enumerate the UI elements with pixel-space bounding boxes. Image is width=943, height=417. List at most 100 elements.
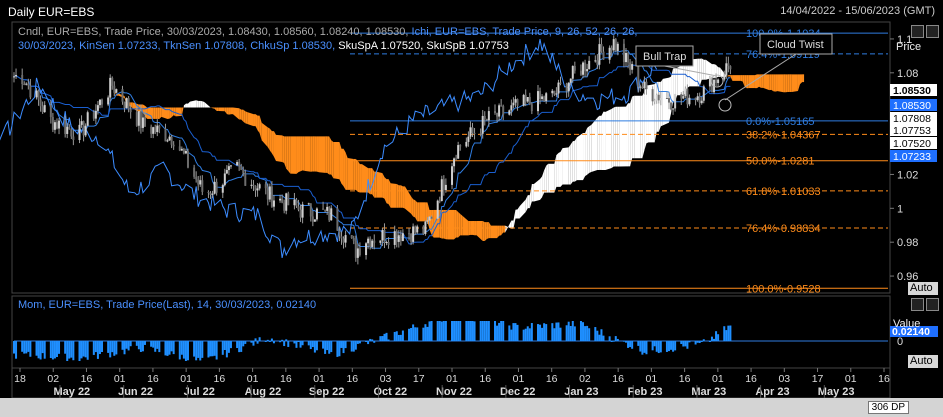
cloud-segment bbox=[587, 126, 590, 175]
candle-body bbox=[27, 83, 30, 86]
day-label: 01 bbox=[114, 373, 126, 385]
momentum-bar bbox=[156, 341, 159, 349]
momentum-bar bbox=[516, 324, 519, 341]
momentum-bar bbox=[467, 321, 470, 341]
cloud-segment bbox=[257, 115, 260, 134]
close-momentum-icon[interactable] bbox=[926, 298, 939, 311]
momentum-bar bbox=[717, 334, 720, 341]
cloud-segment bbox=[314, 136, 317, 172]
bull-trap-label: Bull Trap bbox=[643, 51, 686, 63]
momentum-bar bbox=[15, 341, 18, 359]
cloud-segment bbox=[200, 100, 203, 108]
momentum-bar bbox=[127, 341, 130, 351]
cloud-segment bbox=[570, 141, 573, 185]
cloud-segment bbox=[791, 74, 798, 92]
candle-body bbox=[352, 238, 355, 241]
candle-body bbox=[727, 63, 730, 67]
dp-indicator[interactable]: 306 DP bbox=[867, 401, 909, 414]
candle-body bbox=[424, 221, 427, 234]
momentum-bar bbox=[438, 321, 441, 341]
momentum-bar bbox=[193, 341, 196, 357]
day-label: 01 bbox=[712, 373, 724, 385]
momentum-bar bbox=[485, 321, 488, 341]
momentum-bar bbox=[324, 341, 327, 354]
candle-body bbox=[498, 105, 501, 117]
momentum-bar bbox=[340, 341, 343, 348]
close-pane-icon[interactable] bbox=[926, 25, 939, 38]
cloud-segment bbox=[634, 95, 641, 159]
momentum-bar bbox=[39, 341, 42, 360]
price-tag-label: 1.08530 bbox=[893, 85, 931, 97]
cloud-segment bbox=[169, 107, 172, 119]
maximize-pane-icon[interactable] bbox=[911, 25, 924, 38]
candle-body bbox=[541, 96, 544, 99]
candle-body bbox=[49, 105, 52, 118]
cloud-segment bbox=[273, 131, 276, 161]
candle-body bbox=[598, 44, 601, 65]
cloud-segment bbox=[275, 134, 283, 162]
cloud-segment bbox=[402, 186, 405, 209]
price-auto-button[interactable]: Auto bbox=[908, 282, 938, 295]
day-label: 16 bbox=[479, 373, 491, 385]
cloud-segment bbox=[482, 221, 485, 242]
momentum-bar bbox=[698, 341, 701, 344]
maximize-momentum-icon[interactable] bbox=[911, 298, 924, 311]
momentum-bar bbox=[37, 341, 40, 359]
momentum-bar bbox=[422, 327, 425, 341]
momentum-bar bbox=[631, 341, 634, 349]
momentum-bar bbox=[49, 341, 52, 359]
momentum-bar bbox=[356, 341, 359, 344]
cloud-segment bbox=[484, 222, 487, 242]
momentum-bar bbox=[279, 341, 282, 343]
cloud-segment bbox=[388, 179, 391, 208]
cloud-segment bbox=[630, 96, 633, 167]
cloud-segment bbox=[198, 100, 201, 108]
momentum-bar bbox=[410, 327, 413, 341]
momentum-bar bbox=[586, 325, 589, 341]
momentum-bar bbox=[342, 341, 345, 354]
candle-body bbox=[324, 209, 327, 211]
day-label: 01 bbox=[646, 373, 658, 385]
candle-body bbox=[643, 81, 646, 89]
cloud-segment bbox=[413, 199, 416, 218]
cloud-segment bbox=[556, 153, 559, 187]
momentum-bar bbox=[27, 341, 30, 352]
momentum-bar bbox=[569, 325, 572, 341]
momentum-bar bbox=[645, 341, 648, 355]
cloud-segment bbox=[153, 107, 156, 119]
candle-body bbox=[252, 184, 255, 186]
momentum-bar bbox=[285, 339, 288, 341]
momentum-bar bbox=[23, 341, 26, 354]
day-label: 01 bbox=[845, 373, 857, 385]
momentum-bar bbox=[440, 321, 443, 341]
momentum-bar bbox=[311, 341, 314, 348]
cloud-segment bbox=[327, 136, 330, 175]
chart-canvas[interactable]: 100.0%-1.103476.4%-1.091190.0%-1.0516538… bbox=[0, 0, 943, 417]
candle-body bbox=[80, 121, 83, 125]
candle-body bbox=[293, 199, 296, 206]
candle-body bbox=[631, 64, 634, 70]
candle-body bbox=[600, 44, 603, 52]
momentum-bar bbox=[21, 341, 24, 352]
candle-body bbox=[616, 43, 619, 51]
momentum-bar bbox=[72, 341, 75, 361]
candle-body bbox=[299, 209, 302, 218]
cloud-segment bbox=[157, 107, 160, 120]
momentum-bar bbox=[708, 341, 711, 342]
momentum-bar bbox=[137, 341, 140, 350]
cloud-segment bbox=[568, 144, 571, 185]
candle-body bbox=[158, 125, 161, 129]
cloud-segment bbox=[644, 85, 647, 151]
candle-body bbox=[186, 150, 189, 168]
candle-body bbox=[15, 74, 18, 77]
price-tick-label: 1.02 bbox=[897, 169, 918, 181]
momentum-bar bbox=[365, 341, 368, 342]
candle-body bbox=[330, 208, 333, 221]
momentum-bar bbox=[459, 321, 462, 341]
candle-body bbox=[141, 117, 144, 128]
momentum-bar bbox=[281, 339, 284, 341]
momentum-bar bbox=[614, 336, 617, 341]
candle-body bbox=[496, 113, 499, 117]
value-auto-button[interactable]: Auto bbox=[908, 355, 938, 368]
cloud-segment bbox=[783, 74, 786, 93]
